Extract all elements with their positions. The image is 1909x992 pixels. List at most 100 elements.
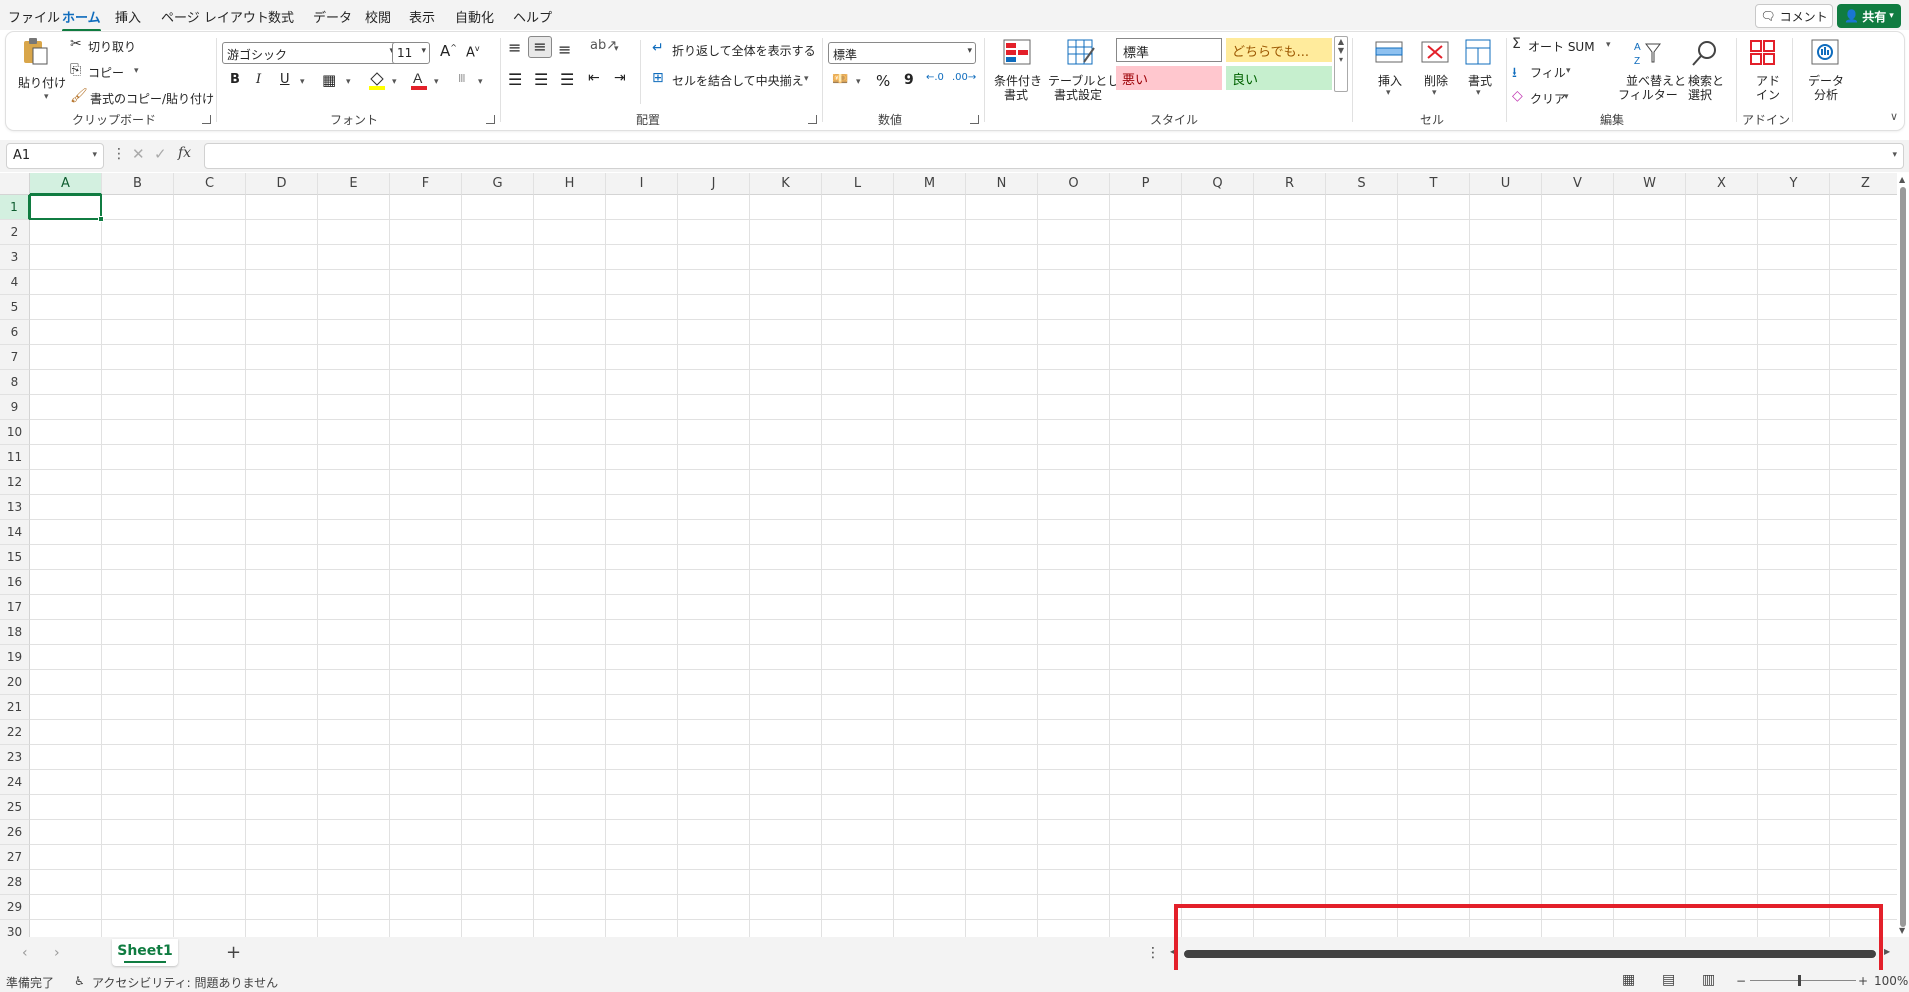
row-header-28[interactable]: 28 xyxy=(0,870,30,895)
scroll-up-icon[interactable]: ▲ xyxy=(1899,175,1905,184)
add-sheet-button[interactable]: + xyxy=(226,942,241,963)
tab-review[interactable]: 校閲 xyxy=(365,7,391,26)
style-bad[interactable]: 悪い xyxy=(1116,66,1222,90)
column-header-v[interactable]: V xyxy=(1542,173,1614,195)
tab-formulas[interactable]: 数式 xyxy=(268,7,294,26)
clipboard-launcher-icon[interactable] xyxy=(202,115,211,124)
style-neutral[interactable]: どちらでも... xyxy=(1226,38,1332,62)
normal-view-icon[interactable]: ▦ xyxy=(1622,972,1635,988)
align-right-icon[interactable]: ☰ xyxy=(560,70,574,89)
row-header-15[interactable]: 15 xyxy=(0,545,30,570)
comments-button[interactable]: 🗨 コメント xyxy=(1755,4,1833,28)
column-header-h[interactable]: H xyxy=(534,173,606,195)
row-header-12[interactable]: 12 xyxy=(0,470,30,495)
number-format-select[interactable]: 標準 ▾ xyxy=(828,42,976,64)
merge-center-button[interactable]: ⊞ セルを結合して中央揃え ▾ xyxy=(652,70,816,90)
format-cells-button[interactable]: 書式 ▾ xyxy=(1460,34,1500,104)
clear-button[interactable]: ◇ クリア ▾ xyxy=(1512,88,1582,108)
column-header-j[interactable]: J xyxy=(678,173,750,195)
column-header-e[interactable]: E xyxy=(318,173,390,195)
column-header-x[interactable]: X xyxy=(1686,173,1758,195)
column-header-c[interactable]: C xyxy=(174,173,246,195)
column-header-m[interactable]: M xyxy=(894,173,966,195)
chevron-down-icon[interactable]: ▾ xyxy=(614,44,619,54)
cancel-icon[interactable]: ✕ xyxy=(132,145,145,163)
column-header-s[interactable]: S xyxy=(1326,173,1398,195)
increase-indent-icon[interactable]: ⇥ xyxy=(614,70,626,86)
column-header-o[interactable]: O xyxy=(1038,173,1110,195)
insert-function-button[interactable]: fx xyxy=(178,145,191,161)
format-as-table-button[interactable]: テーブルとして 書式設定 xyxy=(1044,34,1131,104)
row-header-9[interactable]: 9 xyxy=(0,395,30,420)
font-color-icon[interactable]: A xyxy=(410,70,428,90)
column-header-l[interactable]: L xyxy=(822,173,894,195)
expand-formula-bar-icon[interactable]: ▾ xyxy=(1892,150,1897,160)
zoom-slider-thumb[interactable] xyxy=(1798,975,1801,986)
column-header-a[interactable]: A xyxy=(30,173,102,195)
vertical-scrollbar[interactable]: ▲ ▼ xyxy=(1897,173,1909,937)
find-select-button[interactable]: 検索と 選択 xyxy=(1682,34,1728,104)
align-middle-icon[interactable]: ≡ xyxy=(528,36,552,58)
conditional-formatting-button[interactable]: 条件付き 書式 xyxy=(990,34,1042,104)
more-options-icon[interactable]: ⋮ xyxy=(112,146,126,162)
row-header-27[interactable]: 27 xyxy=(0,845,30,870)
row-header-16[interactable]: 16 xyxy=(0,570,30,595)
cut-button[interactable]: ✂ 切り取り xyxy=(70,36,140,56)
chevron-down-icon[interactable]: ▾ xyxy=(392,77,397,87)
increase-font-size-button[interactable]: A^ xyxy=(440,42,457,60)
row-header-21[interactable]: 21 xyxy=(0,695,30,720)
align-center-icon[interactable]: ☰ xyxy=(534,70,548,89)
accessibility-status[interactable]: アクセシビリティ: 問題ありません xyxy=(92,974,278,991)
accounting-format-icon[interactable]: 💴 xyxy=(832,72,848,87)
alignment-launcher-icon[interactable] xyxy=(808,115,817,124)
font-launcher-icon[interactable] xyxy=(486,115,495,124)
page-break-view-icon[interactable]: ▥ xyxy=(1702,972,1715,988)
row-header-6[interactable]: 6 xyxy=(0,320,30,345)
chevron-down-icon[interactable]: ▾ xyxy=(478,77,483,87)
fill-button[interactable]: ⭳ フィル ▾ xyxy=(1512,62,1582,82)
row-header-17[interactable]: 17 xyxy=(0,595,30,620)
formula-input[interactable]: ▾ xyxy=(204,143,1904,169)
percent-style-button[interactable]: % xyxy=(876,72,890,90)
styles-gallery-scroll[interactable]: ▲ ▼ ▾ xyxy=(1334,36,1348,92)
row-header-29[interactable]: 29 xyxy=(0,895,30,920)
format-painter-button[interactable]: 🖌 書式のコピー/貼り付け xyxy=(70,88,214,108)
row-header-10[interactable]: 10 xyxy=(0,420,30,445)
font-size-select[interactable]: 11 ▾ xyxy=(392,42,430,64)
row-header-20[interactable]: 20 xyxy=(0,670,30,695)
delete-cells-button[interactable]: 削除 ▾ xyxy=(1416,34,1456,104)
tab-help[interactable]: ヘルプ xyxy=(513,7,552,26)
share-button[interactable]: 👤 共有 ▾ xyxy=(1837,4,1901,28)
enter-icon[interactable]: ✓ xyxy=(154,145,167,163)
column-header-q[interactable]: Q xyxy=(1182,173,1254,195)
row-header-3[interactable]: 3 xyxy=(0,245,30,270)
style-normal[interactable]: 標準 xyxy=(1116,38,1222,62)
page-layout-view-icon[interactable]: ▤ xyxy=(1662,972,1675,988)
worksheet-grid[interactable]: ABCDEFGHIJKLMNOPQRSTUVWXYZ 1 2 3 4 5 6 7 8 9 10 11… xyxy=(0,173,1897,937)
chevron-down-icon[interactable]: ▾ xyxy=(346,77,351,87)
row-header-14[interactable]: 14 xyxy=(0,520,30,545)
accessibility-icon[interactable]: ♿ xyxy=(74,974,85,988)
tab-page-layout[interactable]: ページ レイアウト xyxy=(161,7,269,26)
align-left-icon[interactable]: ☰ xyxy=(508,70,522,89)
addins-button[interactable]: アド イン xyxy=(1744,34,1784,104)
phonetic-icon[interactable]: Ⅲ xyxy=(458,72,466,85)
italic-button[interactable]: I xyxy=(256,72,261,87)
cell-area[interactable] xyxy=(30,195,1897,937)
column-header-i[interactable]: I xyxy=(606,173,678,195)
scroll-sheets-left-icon[interactable]: ‹ xyxy=(22,945,28,961)
copy-button[interactable]: ⎘ コピー ▾ xyxy=(70,62,144,82)
fill-handle[interactable] xyxy=(98,216,104,222)
scroll-sheets-right-icon[interactable]: › xyxy=(54,945,60,961)
tab-automate[interactable]: 自動化 xyxy=(455,7,494,26)
row-header-18[interactable]: 18 xyxy=(0,620,30,645)
column-header-r[interactable]: R xyxy=(1254,173,1326,195)
fill-color-icon[interactable] xyxy=(368,70,386,90)
row-header-19[interactable]: 19 xyxy=(0,645,30,670)
row-header-1[interactable]: 1 xyxy=(0,195,30,220)
number-launcher-icon[interactable] xyxy=(970,115,979,124)
column-header-f[interactable]: F xyxy=(390,173,462,195)
row-header-7[interactable]: 7 xyxy=(0,345,30,370)
column-header-t[interactable]: T xyxy=(1398,173,1470,195)
comma-style-button[interactable]: 9 xyxy=(904,72,914,88)
